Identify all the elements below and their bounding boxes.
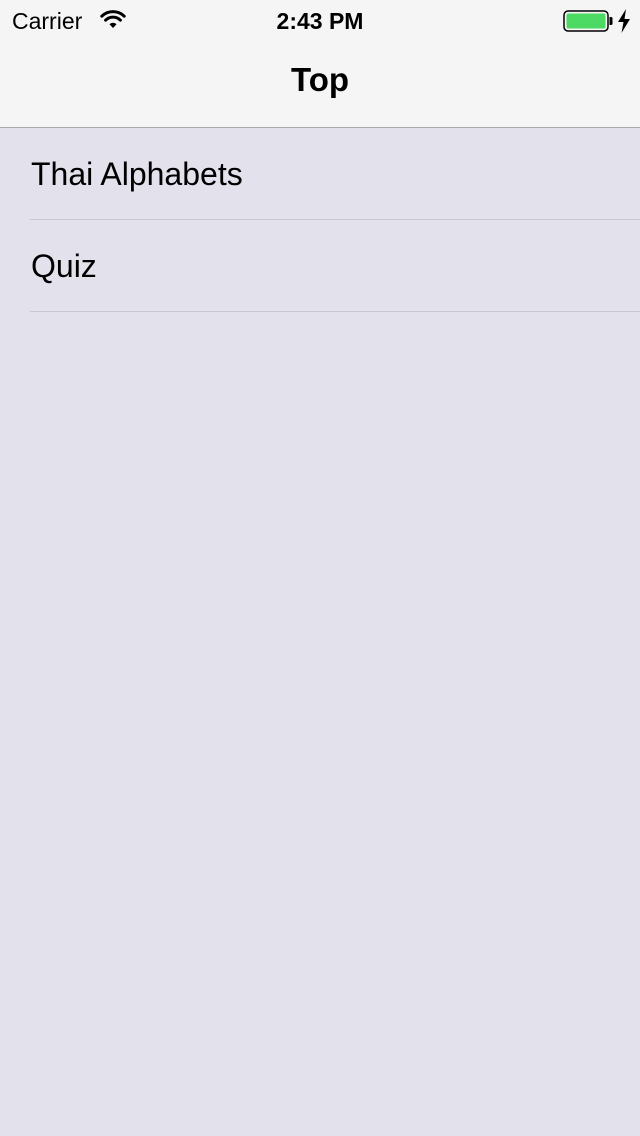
status-bar: Carrier 2:43 PM — [0, 0, 640, 40]
clock: 2:43 PM — [276, 8, 364, 34]
page-title: Top — [290, 61, 350, 98]
menu-list: Thai Alphabets Quiz — [0, 128, 640, 312]
list-item-thai-alphabets[interactable]: Thai Alphabets — [30, 128, 640, 220]
charging-icon — [618, 9, 630, 33]
list-item-label: Quiz — [31, 248, 97, 284]
navigation-bar: Carrier 2:43 PM Top — [0, 0, 640, 128]
list-item-label: Thai Alphabets — [31, 156, 243, 192]
list-item-quiz[interactable]: Quiz — [30, 220, 640, 312]
battery-icon — [563, 10, 613, 32]
